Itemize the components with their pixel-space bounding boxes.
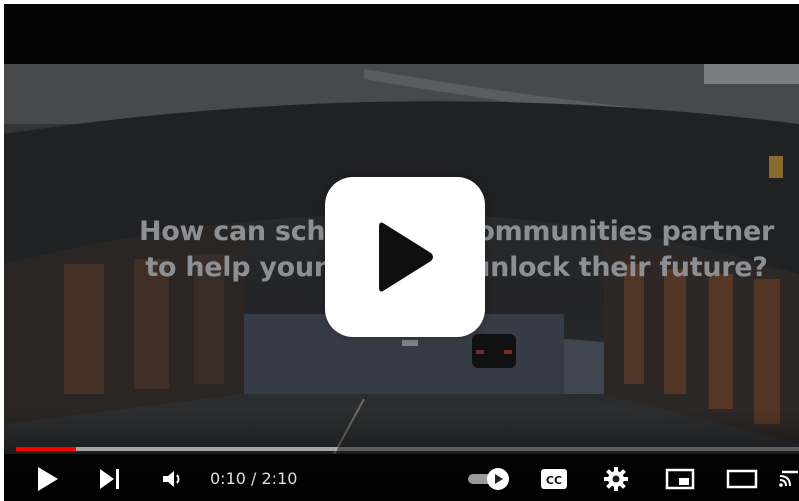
miniplayer-icon [665,468,695,489]
cast-icon [779,470,798,487]
play-icon [38,466,58,491]
autoplay-toggle-icon [468,467,509,490]
theater-mode-icon [726,469,758,488]
cast-button[interactable] [778,456,799,501]
duration: 2:10 [261,469,298,488]
settings-button[interactable] [596,456,636,501]
time-separator: / [245,469,262,488]
play-button[interactable] [28,456,68,501]
large-play-icon [379,222,433,292]
progress-bar[interactable] [16,447,799,451]
next-icon [100,468,119,489]
next-button[interactable] [90,456,130,501]
captions-button[interactable]: CC [534,456,574,501]
current-time: 0:10 [210,469,246,488]
volume-icon [163,470,180,487]
cc-label: CC [546,474,562,487]
control-bar: 0:10 / 2:10 CC [4,456,799,501]
played-bar [16,447,77,451]
cc-icon: CC [541,468,567,489]
settings-gear-icon [604,466,628,491]
miniplayer-button[interactable] [660,456,700,501]
autoplay-toggle[interactable] [462,456,516,501]
mute-button[interactable] [152,456,192,501]
theater-mode-button[interactable] [722,456,762,501]
video-player[interactable]: How can schools and communities partner … [4,4,799,501]
time-display: 0:10 / 2:10 [210,456,297,501]
large-play-button[interactable] [325,177,485,337]
